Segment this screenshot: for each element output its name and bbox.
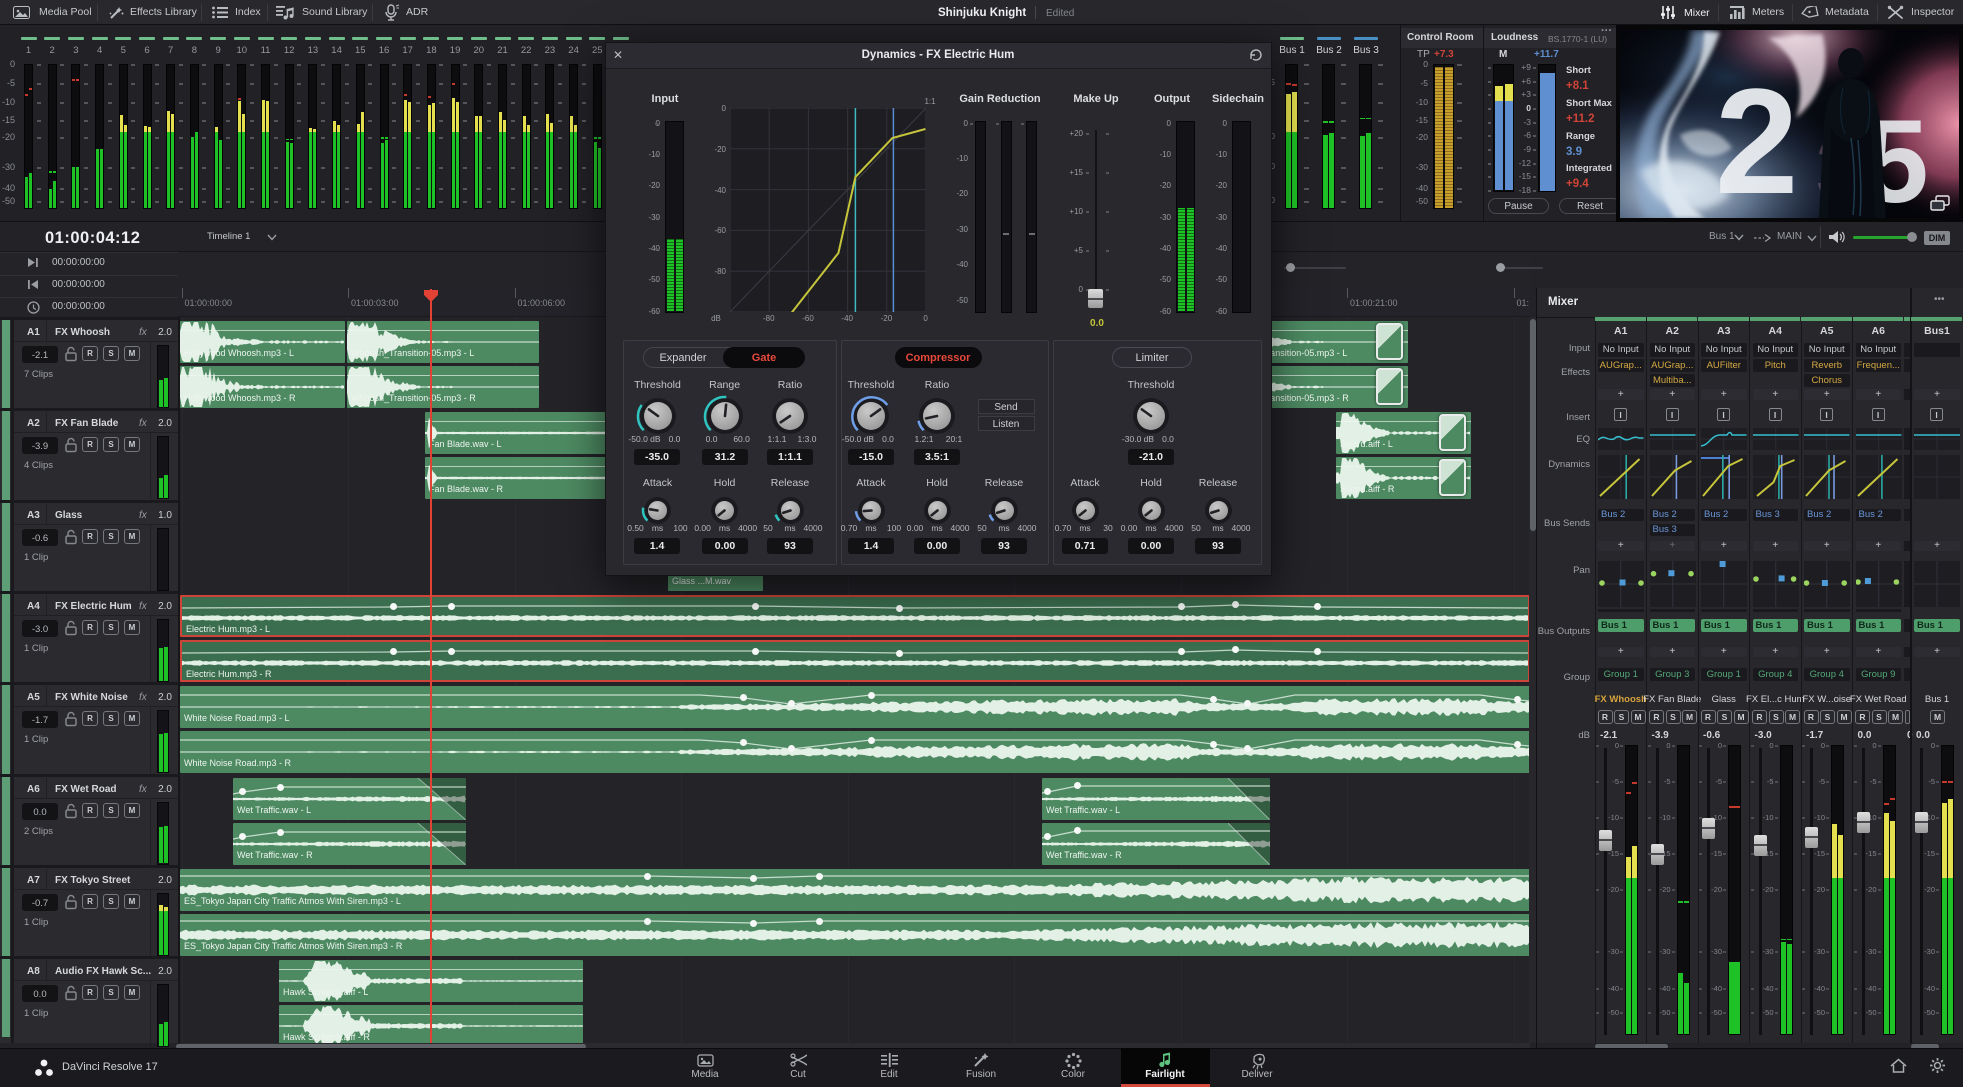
- svg-text:2: 2: [1715, 57, 1798, 218]
